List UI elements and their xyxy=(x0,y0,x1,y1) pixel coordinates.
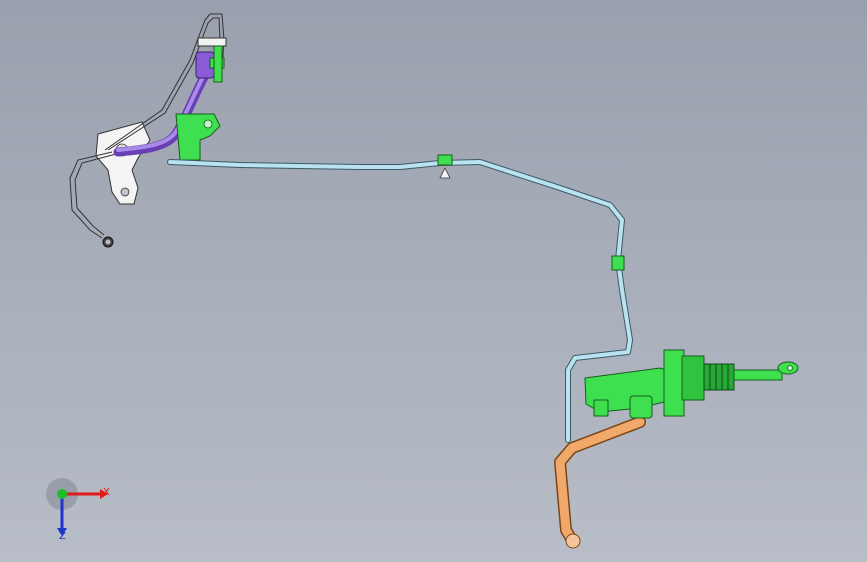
hydraulic-tube[interactable] xyxy=(167,159,633,443)
master-cylinder[interactable] xyxy=(584,349,705,419)
wire-connector[interactable] xyxy=(102,236,114,248)
boot-bellows[interactable] xyxy=(703,363,735,391)
tube-clip-2[interactable] xyxy=(611,255,625,271)
cad-model-view[interactable] xyxy=(0,0,867,562)
z-axis-label: Z xyxy=(59,531,66,542)
triad-graphic xyxy=(46,478,108,536)
orange-pipe[interactable] xyxy=(554,416,646,546)
reservoir-fitting[interactable] xyxy=(195,37,227,83)
cad-viewport[interactable]: X Z xyxy=(0,0,867,562)
upper-green-plate[interactable] xyxy=(175,113,221,161)
mounting-bracket[interactable] xyxy=(95,121,151,205)
orange-pipe-eyelet[interactable] xyxy=(565,533,581,549)
coordinate-triad: X Z xyxy=(44,476,124,556)
push-rod[interactable] xyxy=(733,361,799,381)
tube-clip-1[interactable] xyxy=(437,154,453,179)
x-axis-label: X xyxy=(103,487,110,498)
